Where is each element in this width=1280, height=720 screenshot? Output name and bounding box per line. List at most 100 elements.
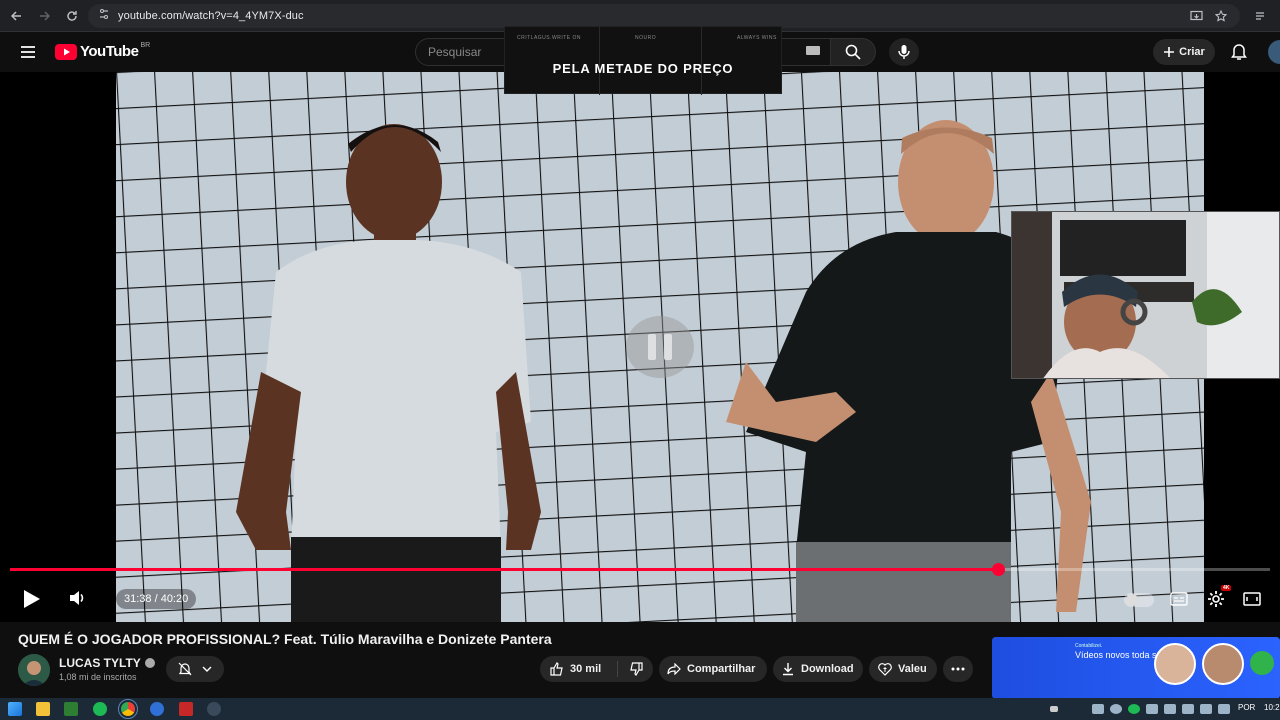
install-icon[interactable] xyxy=(1186,6,1206,26)
pause-icon-bar xyxy=(664,334,672,360)
verified-icon xyxy=(144,658,155,668)
autoplay-toggle[interactable] xyxy=(1124,593,1154,607)
like-dislike-group: 30 mil xyxy=(540,656,653,682)
battery-icon[interactable] xyxy=(1182,704,1194,714)
tab-search-icon[interactable] xyxy=(1250,6,1270,26)
share-button[interactable]: Compartilhar xyxy=(659,656,767,682)
webcam-overlay xyxy=(1011,211,1280,379)
thumbs-up-icon xyxy=(550,662,563,676)
search-button[interactable] xyxy=(830,38,876,66)
youtube-logo[interactable]: YouTube BR xyxy=(55,42,151,60)
super-thanks-icon xyxy=(878,663,892,676)
video-title: QUEM É O JOGADOR PROFISSIONAL? Feat. Túl… xyxy=(18,631,552,647)
reload-icon[interactable] xyxy=(62,6,82,26)
pause-icon-bar xyxy=(648,334,656,360)
tray-app-icon[interactable] xyxy=(1146,704,1158,714)
chevron-down-icon xyxy=(202,666,212,672)
create-label: Criar xyxy=(1179,46,1205,58)
quality-badge: 4K xyxy=(1221,585,1232,591)
search-placeholder: Pesquisar xyxy=(428,45,482,59)
like-count: 30 mil xyxy=(570,663,602,675)
account-avatar[interactable] xyxy=(1268,40,1280,64)
progress-scrubber[interactable] xyxy=(991,563,1005,576)
player-controls: 31:38 / 40:20 4K xyxy=(0,577,1280,622)
tray-app-icon[interactable] xyxy=(1164,704,1176,714)
dislike-button[interactable] xyxy=(618,662,653,676)
promo-person-image xyxy=(1202,643,1244,685)
time-display: 31:38 / 40:20 xyxy=(116,589,197,609)
pause-indicator xyxy=(626,316,694,378)
file-explorer-icon[interactable] xyxy=(36,702,50,716)
site-settings-icon[interactable] xyxy=(98,7,110,25)
input-language[interactable]: POR xyxy=(1238,703,1255,712)
search-icon xyxy=(845,44,861,60)
play-icon xyxy=(24,590,40,608)
network-icon[interactable] xyxy=(1200,704,1212,714)
more-actions-button[interactable] xyxy=(943,656,973,682)
windows-start-icon[interactable] xyxy=(8,702,22,716)
more-horizontal-icon xyxy=(951,667,965,671)
tray-app-icon[interactable] xyxy=(1110,704,1122,714)
menu-icon[interactable] xyxy=(18,42,38,62)
promo-person-image xyxy=(1154,643,1196,685)
ad-headline: PELA METADE DO PREÇO xyxy=(552,61,734,76)
thanks-button[interactable]: Valeu xyxy=(869,656,937,682)
spotify-icon[interactable] xyxy=(93,702,107,716)
promo-card[interactable]: Contabilizei. Vídeos novos toda semana. xyxy=(992,637,1280,699)
ad-mini-label: CRITLAGUS.WRITE ON xyxy=(517,35,582,41)
progress-fill xyxy=(10,568,998,571)
youtube-play-logo-icon xyxy=(55,43,77,60)
progress-bar[interactable] xyxy=(10,563,1270,576)
download-label: Download xyxy=(801,663,854,675)
plus-icon xyxy=(1164,47,1175,57)
download-icon xyxy=(783,663,793,676)
share-label: Compartilhar xyxy=(687,663,756,675)
address-bar[interactable]: youtube.com/watch?v=4_4YM7X-duc xyxy=(88,4,1240,28)
bookmark-star-icon[interactable] xyxy=(1211,6,1231,26)
clock[interactable]: 10:2 xyxy=(1264,703,1280,712)
whatsapp-icon xyxy=(1250,651,1274,675)
channel-name[interactable]: LUCAS TYLTY xyxy=(59,656,155,670)
region-code: BR xyxy=(140,42,151,49)
tray-app-icon[interactable] xyxy=(1092,704,1104,714)
back-icon[interactable] xyxy=(7,6,27,26)
theater-mode-button[interactable] xyxy=(1240,587,1264,611)
store-icon[interactable] xyxy=(64,702,78,716)
chrome-icon[interactable] xyxy=(118,699,138,719)
thanks-label: Valeu xyxy=(898,663,927,675)
thumbs-down-icon xyxy=(629,662,643,676)
promo-brand: Contabilizei. xyxy=(1075,643,1103,649)
edge-icon[interactable] xyxy=(150,702,164,716)
voice-search-button[interactable] xyxy=(889,38,919,66)
theater-icon xyxy=(1243,592,1261,606)
notifications-bell-icon[interactable] xyxy=(1230,42,1248,66)
tray-chevron-icon[interactable] xyxy=(1050,706,1058,712)
subtitles-icon xyxy=(1170,592,1188,606)
speaker-icon[interactable] xyxy=(1218,704,1230,714)
logo-text: YouTube xyxy=(80,43,139,60)
obs-icon[interactable] xyxy=(207,702,221,716)
channel-name-text: LUCAS TYLTY xyxy=(59,656,141,670)
video-player[interactable]: 31:38 / 40:20 4K xyxy=(0,72,1280,622)
bell-off-icon xyxy=(178,662,192,676)
volume-icon xyxy=(70,591,84,605)
news-app-icon[interactable] xyxy=(179,702,193,716)
ad-mini-label: ALWAYS WINS xyxy=(737,35,777,41)
notifications-preferences-button[interactable] xyxy=(166,656,224,682)
subscriber-count: 1,08 mi de inscritos xyxy=(59,672,137,682)
ad-banner[interactable]: CRITLAGUS.WRITE ON NOURO ALWAYS WINS PEL… xyxy=(504,26,782,95)
ad-mini-label: NOURO xyxy=(635,35,657,41)
tray-spotify-icon[interactable] xyxy=(1128,704,1140,714)
channel-avatar[interactable] xyxy=(18,654,50,686)
create-button[interactable]: Criar xyxy=(1153,39,1215,65)
microphone-icon xyxy=(898,45,910,59)
download-button[interactable]: Download xyxy=(773,656,863,682)
forward-icon[interactable] xyxy=(34,6,54,26)
like-button[interactable]: 30 mil xyxy=(540,661,618,677)
keyboard-icon[interactable] xyxy=(806,46,820,55)
play-button[interactable] xyxy=(20,587,44,611)
volume-button[interactable] xyxy=(68,589,88,612)
subtitles-button[interactable] xyxy=(1167,587,1191,611)
windows-taskbar: POR 10:2 xyxy=(0,698,1280,720)
url-text: youtube.com/watch?v=4_4YM7X-duc xyxy=(118,10,304,22)
